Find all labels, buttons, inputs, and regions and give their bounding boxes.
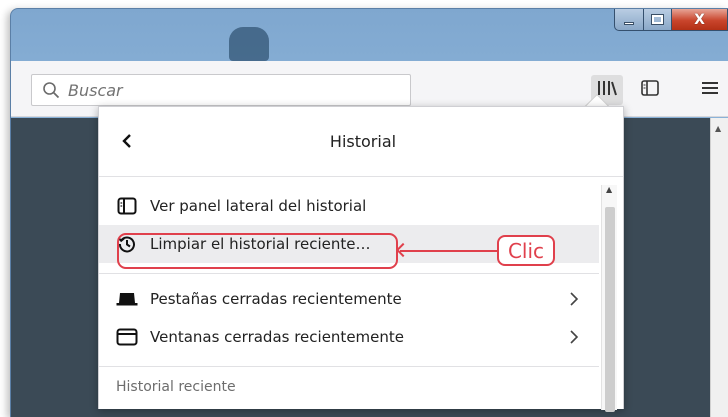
panel-header: Historial (99, 107, 623, 177)
search-icon (42, 81, 60, 99)
panel-scrollbar[interactable]: ▲ (601, 185, 617, 412)
minimize-button[interactable] (614, 9, 644, 31)
annotation-label: Clic (497, 235, 555, 266)
back-button[interactable] (117, 133, 137, 153)
menu-item-label: Ventanas cerradas recientemente (150, 328, 405, 346)
minimize-icon (624, 22, 634, 25)
section-heading: Historial reciente (116, 379, 236, 395)
menu-item-view-sidebar[interactable]: Ver panel lateral del historial (99, 187, 599, 225)
sidebar-button[interactable] (634, 75, 666, 105)
close-icon: X (694, 11, 705, 28)
chevron-right-icon (569, 329, 579, 349)
menu-item-label: Pestañas cerradas recientemente (150, 290, 402, 308)
panel-title: Historial (329, 132, 397, 151)
page-scrollbar[interactable]: ▲ (710, 118, 728, 417)
tab-icon (116, 288, 138, 310)
title-bar: X (11, 9, 728, 61)
scroll-up-arrow-icon[interactable]: ▲ (606, 185, 612, 194)
scroll-up-arrow-icon[interactable]: ▲ (715, 124, 721, 133)
window-controls: X (614, 9, 728, 31)
panel-body: Ver panel lateral del historial Limpiar … (99, 177, 623, 412)
search-input[interactable]: Buscar (31, 74, 411, 106)
chevron-right-icon (569, 291, 579, 311)
window-icon (116, 326, 138, 348)
chevron-left-icon (121, 133, 133, 153)
sidebar-icon (640, 79, 660, 101)
maximize-button[interactable] (644, 9, 672, 31)
maximize-icon (651, 14, 664, 25)
annotation-arrow-line (400, 250, 498, 252)
close-button[interactable]: X (672, 9, 728, 31)
annotation-highlight (117, 233, 398, 269)
tab-shape (229, 27, 269, 61)
hamburger-icon (701, 80, 719, 100)
panel-items: Ver panel lateral del historial Limpiar … (99, 177, 599, 407)
menu-item-closed-windows[interactable]: Ventanas cerradas recientemente (99, 318, 599, 356)
sidebar-icon (116, 195, 138, 217)
menu-item-label: Ver panel lateral del historial (150, 197, 367, 215)
search-placeholder: Buscar (68, 80, 123, 100)
scrollbar-thumb[interactable] (605, 207, 615, 412)
menu-item-closed-tabs[interactable]: Pestañas cerradas recientemente (99, 280, 599, 318)
menu-button[interactable] (694, 75, 726, 105)
